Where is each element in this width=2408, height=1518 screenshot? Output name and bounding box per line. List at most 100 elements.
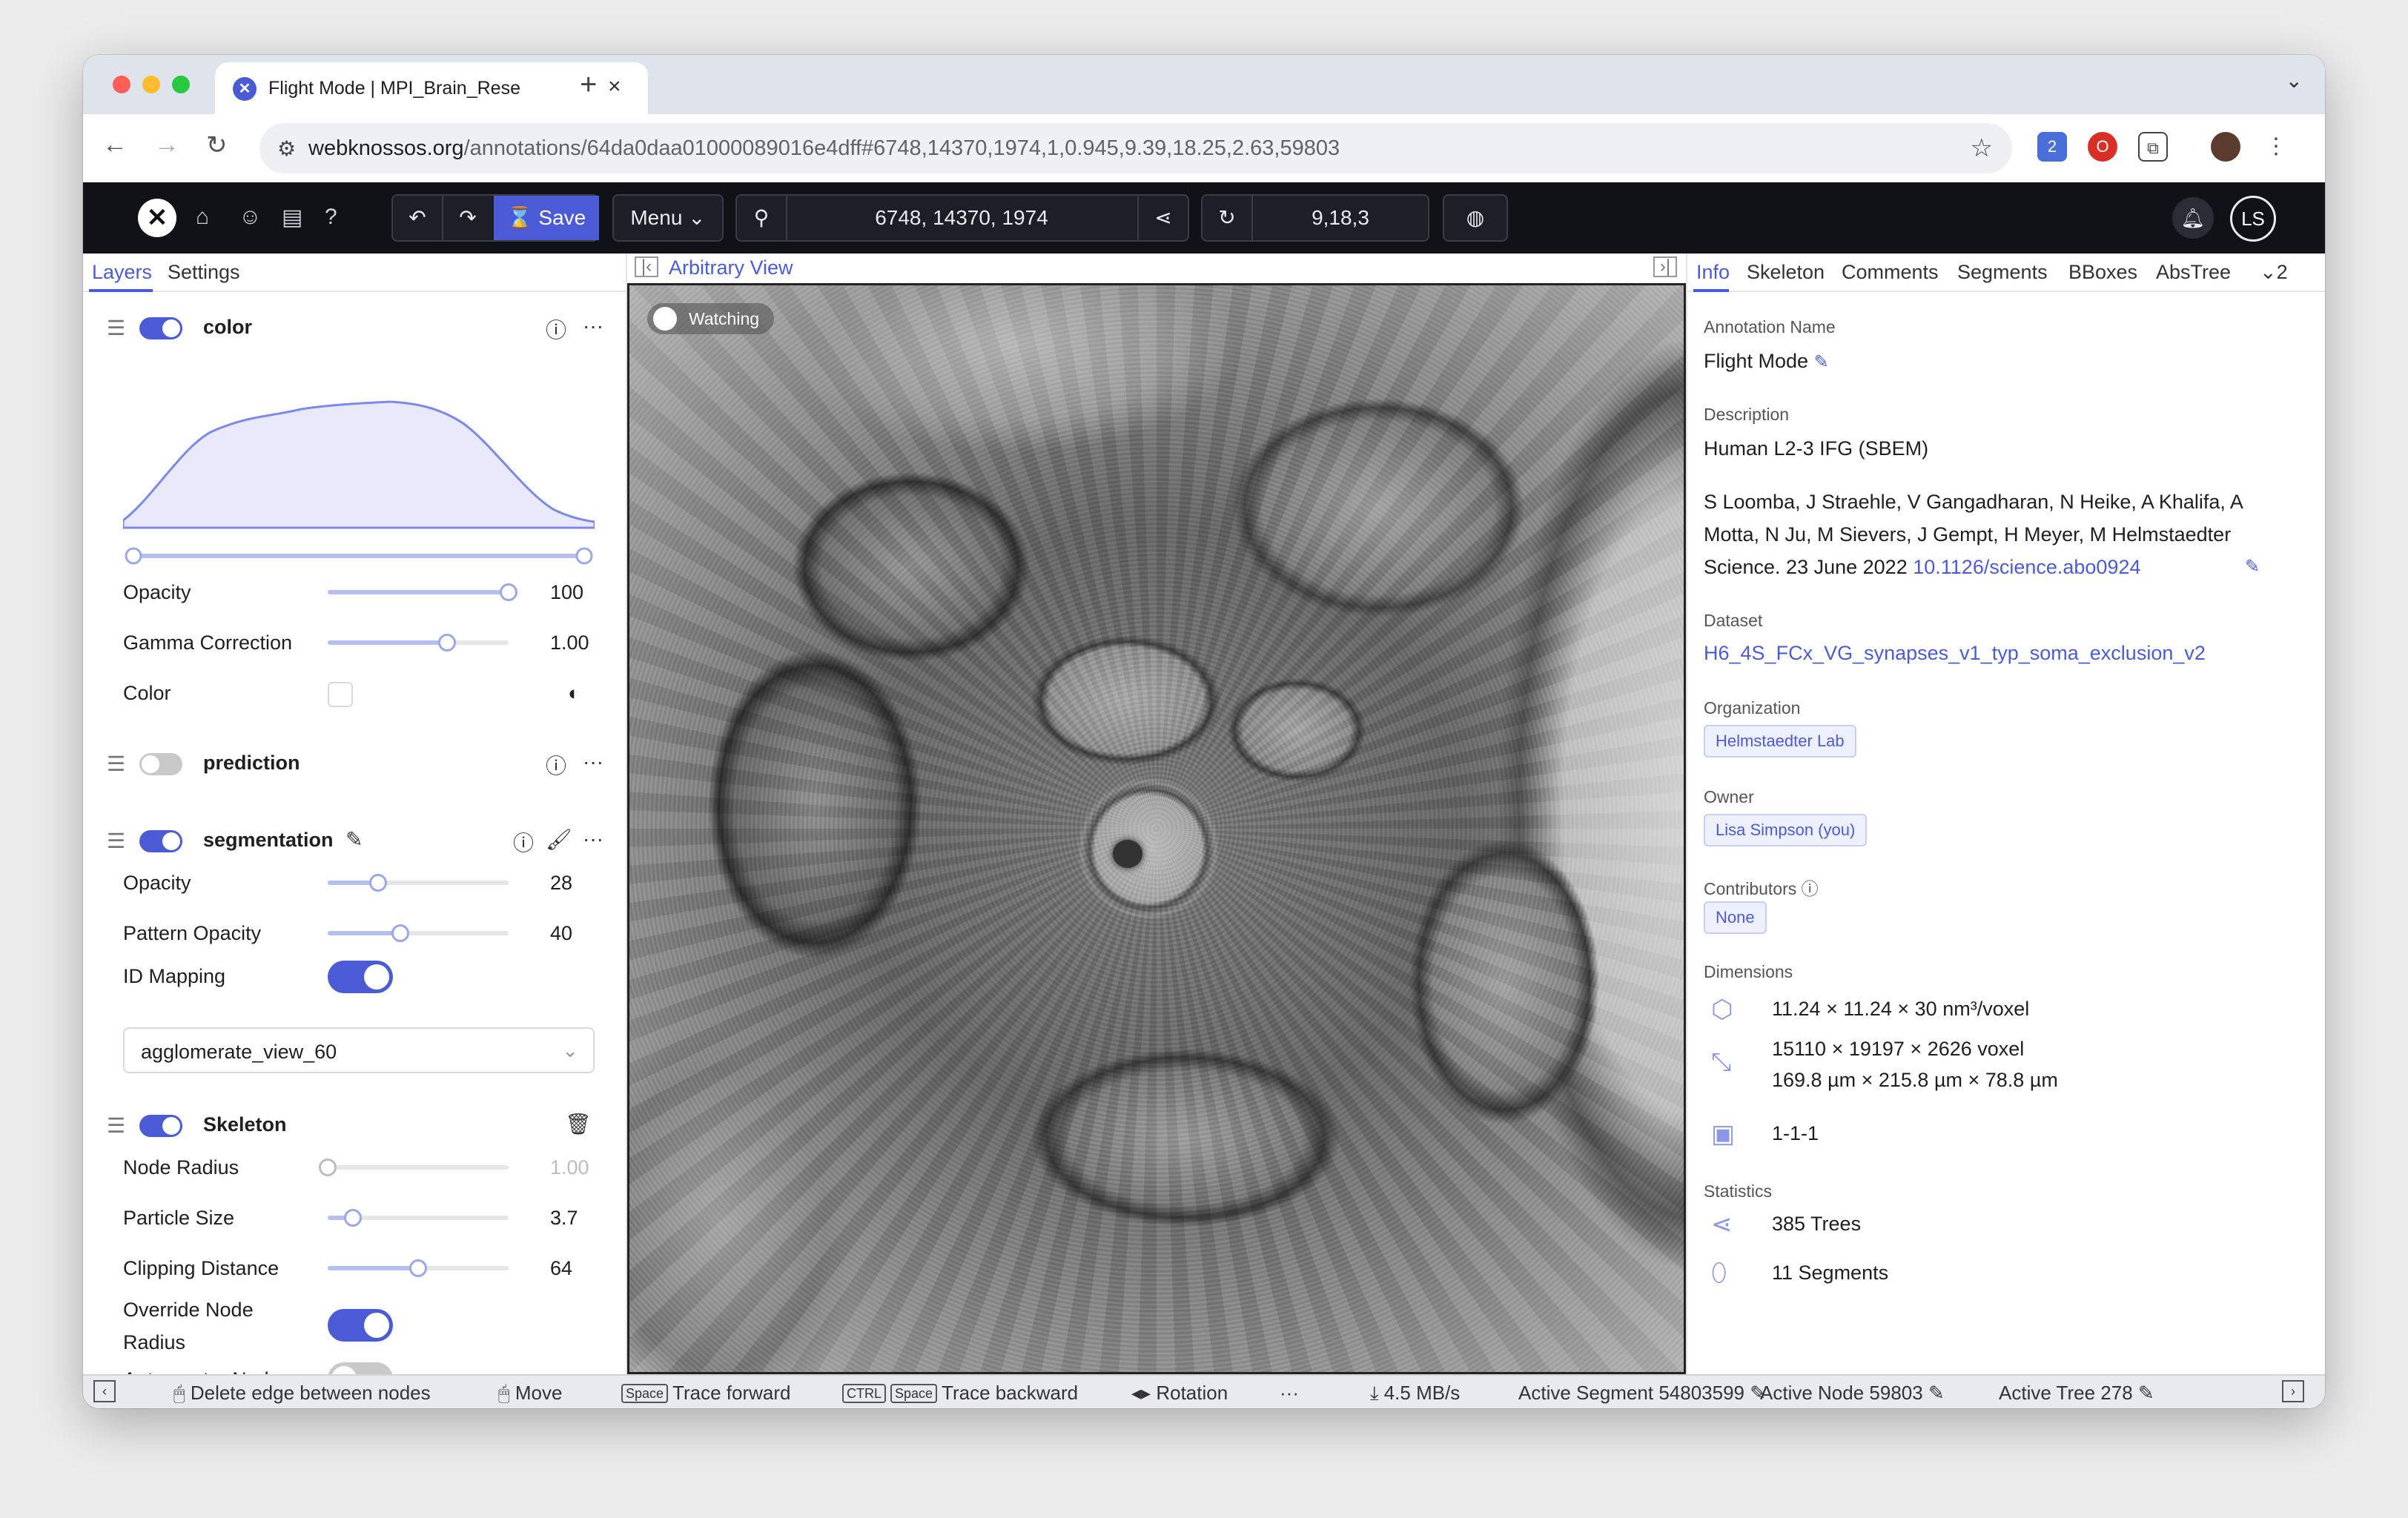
collapse-right-icon[interactable]: › (2282, 1380, 2304, 1402)
user-avatar[interactable]: LS (2230, 196, 2276, 242)
rotation-reset-icon[interactable]: ↻ (1203, 196, 1251, 240)
tab-info[interactable]: Info (1696, 261, 1730, 284)
help-icon[interactable]: ? (325, 205, 337, 230)
forward-arrow-icon[interactable]: → (154, 130, 179, 159)
reload-icon[interactable]: ↻ (206, 130, 228, 160)
rotation-input[interactable]: 9,18,3 (1253, 196, 1428, 240)
tab-segments[interactable]: Segments (1957, 261, 2048, 284)
tab-skeleton[interactable]: Skeleton (1747, 261, 1825, 284)
new-tab-button[interactable]: + (580, 68, 597, 102)
color-histogram[interactable] (123, 387, 595, 565)
node-radius-value[interactable]: 1.00 (550, 1156, 589, 1179)
auto-center-toggle[interactable] (328, 1362, 393, 1374)
dataset-link[interactable]: H6_4S_FCx_VG_synapses_v1_typ_soma_exclus… (1704, 642, 2206, 665)
close-tab-icon[interactable]: × (608, 74, 621, 99)
status-active-node[interactable]: Active Node 59803 ✎ (1760, 1382, 1945, 1405)
browser-menu-icon[interactable]: ⋮ (2261, 132, 2291, 162)
share-icon[interactable]: ⋖ (1139, 196, 1188, 240)
mapping-select[interactable]: agglomerate_view_60 ⌄ (123, 1027, 595, 1073)
info-icon[interactable]: ⓘ (513, 827, 534, 857)
id-mapping-toggle[interactable] (328, 961, 393, 993)
override-radius-toggle[interactable] (328, 1309, 393, 1342)
close-window-button[interactable] (113, 76, 130, 93)
statistics-icon[interactable]: ▤ (282, 205, 302, 231)
more-options-icon[interactable]: ··· (583, 314, 603, 338)
drag-handle-icon[interactable]: ☰ (107, 829, 125, 853)
brush-icon[interactable]: 🖌︎ (546, 827, 572, 852)
tab-search-chevron-icon[interactable]: ⌄ (2286, 68, 2303, 93)
adblock-extension-icon[interactable]: O (2088, 132, 2117, 162)
opacity-value[interactable]: 100 (550, 581, 583, 604)
tab-settings[interactable]: Settings (168, 261, 240, 284)
seg-opacity-value[interactable]: 28 (550, 872, 572, 895)
save-button[interactable]: ⌛ Save (494, 196, 599, 240)
watching-toggle[interactable]: Watching (647, 303, 775, 334)
gamma-value[interactable]: 1.00 (550, 632, 589, 654)
bookmark-star-icon[interactable]: ☆ (1971, 133, 1993, 163)
maximize-window-button[interactable] (172, 76, 190, 93)
status-more[interactable]: ··· (1280, 1382, 1299, 1405)
em-image-canvas[interactable]: Watching (627, 283, 1686, 1374)
collapse-right-panel-icon[interactable]: ›| (1653, 256, 1677, 277)
webknossos-logo-icon[interactable]: ✕ (138, 199, 176, 237)
collapse-left-panel-icon[interactable]: |‹ (635, 256, 658, 277)
pattern-opacity-slider[interactable] (328, 924, 509, 942)
extension-badge-icon[interactable]: 2 (2037, 132, 2067, 162)
position-input[interactable]: 6748, 14370, 1974 (787, 196, 1136, 240)
prediction-layer-toggle[interactable] (139, 753, 182, 775)
owner-tag[interactable]: Lisa Simpson (you) (1704, 814, 1868, 846)
minimize-window-button[interactable] (142, 76, 160, 93)
edit-pencil-icon[interactable]: ✎ (345, 827, 363, 852)
tabs-overflow-button[interactable]: ⌄2 (2260, 261, 2288, 284)
clipping-distance-slider[interactable] (328, 1259, 509, 1277)
info-icon[interactable]: ⓘ (546, 314, 566, 344)
notification-bell-icon[interactable]: 🔔︎ (2172, 197, 2214, 239)
color-layer-toggle[interactable] (139, 317, 182, 339)
status-active-tree[interactable]: Active Tree 278 ✎ (1999, 1382, 2154, 1405)
redo-icon[interactable]: ↷ (443, 196, 492, 240)
tab-layers[interactable]: Layers (92, 261, 152, 284)
color-opacity-slider[interactable] (328, 583, 517, 601)
edit-description-icon[interactable]: ✎ (2245, 556, 2260, 577)
particle-size-slider[interactable] (328, 1209, 509, 1227)
home-icon[interactable]: ⌂ (196, 205, 209, 230)
pin-icon[interactable]: ⚲ (737, 196, 786, 240)
users-icon[interactable]: ☺ (239, 205, 262, 230)
clipping-distance-value[interactable]: 64 (550, 1257, 572, 1280)
menu-button[interactable]: Menu ⌄ (612, 194, 724, 242)
status-active-segment[interactable]: Active Segment 54803599 ✎ (1518, 1382, 1766, 1405)
doi-link[interactable]: 10.1126/science.abo0924 (1913, 556, 2140, 578)
gamma-slider[interactable] (328, 634, 509, 652)
trash-icon[interactable]: 🗑︎ (565, 1112, 592, 1136)
more-options-icon[interactable]: ··· (583, 827, 603, 851)
invert-color-icon[interactable]: ◐ (568, 682, 580, 705)
color-swatch[interactable] (328, 682, 353, 707)
contributors-tag[interactable]: None (1704, 901, 1767, 934)
tab-bboxes[interactable]: BBoxes (2068, 261, 2137, 284)
info-icon[interactable]: ⓘ (546, 750, 566, 780)
drag-handle-icon[interactable]: ☰ (107, 1113, 125, 1138)
tab-abstree[interactable]: AbsTree (2156, 261, 2231, 284)
node-radius-slider[interactable] (319, 1159, 509, 1176)
organization-tag[interactable]: Helmstaedter Lab (1704, 725, 1856, 758)
collapse-left-icon[interactable]: ‹ (93, 1380, 116, 1402)
pattern-opacity-value[interactable]: 40 (550, 922, 572, 945)
info-icon[interactable]: ⓘ (1802, 879, 1819, 898)
profile-avatar-icon[interactable] (2211, 132, 2240, 162)
skeleton-layer-toggle[interactable] (139, 1115, 182, 1137)
particle-size-value[interactable]: 3.7 (550, 1207, 578, 1230)
undo-icon[interactable]: ↶ (393, 196, 442, 240)
more-options-icon[interactable]: ··· (583, 750, 603, 774)
edit-pencil-icon[interactable]: ✎ (1814, 352, 1829, 372)
drag-handle-icon[interactable]: ☰ (107, 316, 125, 340)
tab-comments[interactable]: Comments (1842, 261, 1939, 284)
seg-opacity-slider[interactable] (328, 874, 509, 892)
extensions-puzzle-icon[interactable]: ⧉ (2138, 132, 2168, 162)
rotation-group: ↻ 9,18,3 (1201, 194, 1429, 242)
back-arrow-icon[interactable]: ← (102, 130, 128, 159)
url-input[interactable]: ⚙ webknossos.org/annotations/64da0daa010… (259, 123, 2012, 173)
segmentation-layer-toggle[interactable] (139, 830, 182, 852)
drag-handle-icon[interactable]: ☰ (107, 752, 125, 776)
view-mode-button[interactable]: ◍ (1443, 194, 1508, 242)
site-info-icon[interactable]: ⚙ (277, 136, 296, 161)
